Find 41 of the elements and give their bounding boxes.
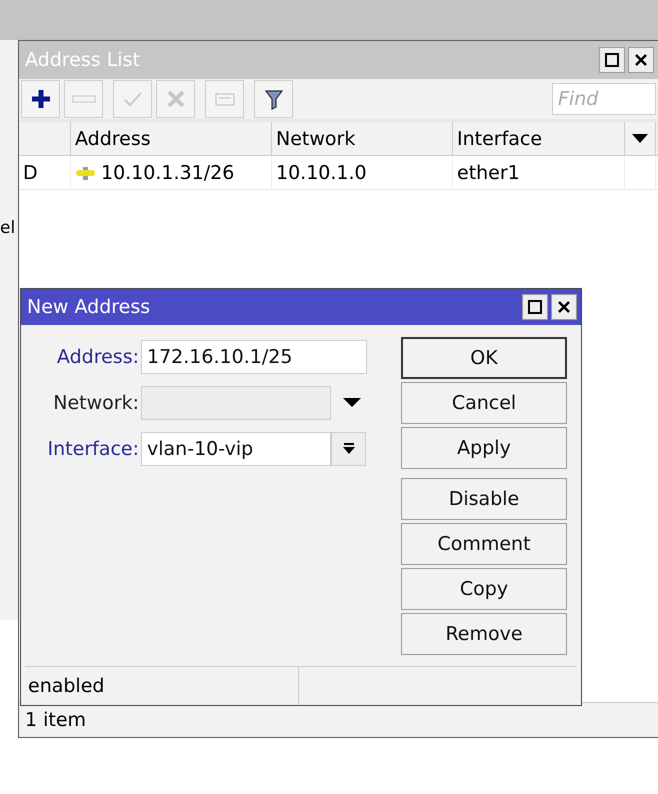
table-cell: 10.10.1.31/26 <box>101 162 234 184</box>
close-icon <box>557 300 571 314</box>
flag-cell: D <box>19 156 71 189</box>
interface-field[interactable]: vlan-10-vip <box>141 432 331 466</box>
status-text: 1 item <box>19 702 658 737</box>
dialog-button[interactable]: Cancel <box>401 382 567 424</box>
field-label: Address: <box>56 346 140 368</box>
field-label: Network: <box>52 392 140 414</box>
address-field[interactable]: 172.16.10.1/25 <box>141 340 367 374</box>
find-field[interactable]: Find <box>552 83 656 115</box>
column-label: el <box>0 218 16 238</box>
add-button[interactable] <box>21 80 60 118</box>
maximize-icon <box>605 53 619 67</box>
status-text: enabled <box>25 667 299 705</box>
close-button[interactable] <box>628 47 654 73</box>
column-header[interactable]: Interface <box>453 122 625 155</box>
dialog-button[interactable]: Comment <box>401 523 567 565</box>
window-title: New Address <box>27 296 150 318</box>
maximize-button[interactable] <box>599 47 625 73</box>
dialog-button[interactable]: Copy <box>401 568 567 610</box>
maximize-icon <box>528 300 542 314</box>
dialog-button[interactable]: OK <box>401 337 567 379</box>
remove-icon <box>72 95 96 103</box>
table-cell: 10.10.1.0 <box>272 156 453 189</box>
column-header[interactable]: Network <box>272 122 453 155</box>
dialog-button[interactable]: Apply <box>401 427 567 469</box>
dropdown-icon[interactable] <box>632 134 648 144</box>
address-icon <box>75 164 97 180</box>
dropdown-icon <box>342 442 356 456</box>
close-button[interactable] <box>551 294 577 320</box>
filter-button[interactable] <box>254 80 293 118</box>
maximize-button[interactable] <box>522 294 548 320</box>
dropdown-button[interactable] <box>331 432 366 466</box>
window-title: Address List <box>25 49 140 71</box>
dialog-button[interactable]: Remove <box>401 613 567 655</box>
table-cell: ether1 <box>453 156 625 189</box>
dialog-button[interactable]: Disable <box>401 478 567 520</box>
field-label: Interface: <box>46 438 140 460</box>
dropdown-icon[interactable] <box>343 398 361 408</box>
close-icon <box>634 53 648 67</box>
column-header[interactable]: Address <box>71 122 272 155</box>
